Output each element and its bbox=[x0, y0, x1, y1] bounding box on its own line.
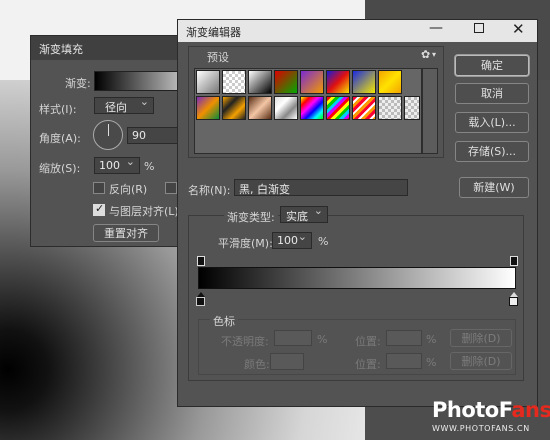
ok-button[interactable]: 确定 bbox=[455, 55, 529, 76]
angle-dial[interactable] bbox=[93, 120, 123, 150]
style-select[interactable]: 径向 bbox=[94, 95, 154, 114]
save-button[interactable]: 存储(S)... bbox=[455, 141, 529, 162]
preset-red-green[interactable] bbox=[274, 70, 298, 94]
angle-needle bbox=[108, 124, 109, 136]
new-button[interactable]: 新建(W) bbox=[459, 177, 529, 198]
preset-violet-orange[interactable] bbox=[300, 70, 324, 94]
cancel-button[interactable]: 取消 bbox=[455, 83, 529, 104]
minimize-icon[interactable]: — bbox=[429, 20, 443, 36]
preset-black-white[interactable] bbox=[248, 70, 272, 94]
preset-swatches bbox=[194, 68, 422, 154]
presets-scrollbar[interactable] bbox=[422, 68, 438, 154]
watermark-url: WWW.PHOTOFANS.CN bbox=[432, 424, 530, 433]
name-label: 名称(N): bbox=[188, 184, 231, 197]
preset-chrome[interactable] bbox=[274, 96, 298, 120]
color-label: 颜色: bbox=[244, 358, 270, 371]
scale-unit: % bbox=[144, 160, 155, 173]
preset-fg-transparent[interactable] bbox=[222, 70, 246, 94]
maximize-icon[interactable] bbox=[474, 23, 484, 33]
reverse-checkbox[interactable] bbox=[93, 182, 105, 194]
name-value: 黑, 白渐变 bbox=[239, 183, 290, 196]
opacity-position-unit: % bbox=[426, 333, 437, 346]
gradient-bar[interactable] bbox=[198, 267, 516, 289]
opacity-label: 不透明度: bbox=[221, 335, 269, 348]
align-checkbox[interactable]: ✓ bbox=[93, 202, 105, 216]
delete-color-stop-button[interactable]: 删除(D) bbox=[450, 352, 512, 370]
name-input[interactable]: 黑, 白渐变 bbox=[234, 179, 408, 196]
preset-rainbow-stripes[interactable] bbox=[326, 96, 350, 120]
close-icon[interactable]: ✕ bbox=[512, 20, 525, 38]
opacity-stop-left[interactable] bbox=[197, 256, 205, 266]
smoothness-value: 100 bbox=[277, 234, 298, 247]
delete-opacity-stop-button[interactable]: 删除(D) bbox=[450, 329, 512, 347]
color-stop-left[interactable] bbox=[196, 297, 205, 306]
preset-spectrum[interactable] bbox=[300, 96, 324, 120]
brand-accent: ans bbox=[511, 398, 550, 422]
type-label: 渐变类型: bbox=[224, 209, 278, 225]
angle-value: 90 bbox=[132, 129, 146, 142]
reverse-label: 反向(R) bbox=[109, 183, 148, 196]
opacity-stop-right[interactable] bbox=[510, 256, 518, 266]
editor-title: 渐变编辑器 bbox=[186, 26, 241, 39]
style-label: 样式(I): bbox=[39, 103, 77, 116]
gradient-label: 渐变: bbox=[65, 77, 91, 90]
opacity-position-input[interactable] bbox=[386, 330, 422, 346]
color-stop-right[interactable] bbox=[509, 297, 518, 306]
type-select[interactable]: 实底 bbox=[280, 204, 328, 223]
brand-main: PhotoF bbox=[432, 398, 512, 422]
preset-neutral-density[interactable] bbox=[404, 96, 420, 120]
opacity-input[interactable] bbox=[274, 330, 312, 346]
smoothness-label: 平滑度(M): bbox=[218, 237, 273, 250]
watermark-logo: PhotoFans bbox=[432, 398, 550, 422]
preset-violet-green-orange[interactable] bbox=[196, 96, 220, 120]
opacity-position-label: 位置: bbox=[355, 335, 381, 348]
chevron-down-icon[interactable]: ▾ bbox=[432, 50, 436, 59]
gear-icon[interactable]: ✿ bbox=[421, 48, 430, 61]
preset-blue-red-yellow[interactable] bbox=[326, 70, 350, 94]
load-button[interactable]: 载入(L)... bbox=[455, 112, 529, 133]
align-label: 与图层对齐(L) bbox=[109, 205, 179, 218]
stops-label: 色标 bbox=[210, 313, 238, 329]
preset-yellow-violet[interactable] bbox=[222, 96, 246, 120]
dither-checkbox[interactable] bbox=[165, 182, 177, 194]
opacity-unit: % bbox=[317, 333, 328, 346]
reset-align-button[interactable]: 重置对齐 bbox=[93, 224, 159, 242]
color-position-label: 位置: bbox=[355, 358, 381, 371]
scale-value: 100 bbox=[99, 159, 120, 172]
gradient-editor-dialog: 渐变编辑器 — ✕ 预设 ✿ ▾ 确定 取消 载入(L)... 存储(S)...… bbox=[177, 19, 538, 407]
color-position-input[interactable] bbox=[386, 353, 422, 369]
smoothness-select[interactable]: 100 bbox=[272, 230, 312, 249]
preset-transparent-stripes[interactable] bbox=[378, 96, 402, 120]
color-swatch[interactable] bbox=[270, 353, 304, 370]
check-icon: ✓ bbox=[95, 202, 105, 215]
angle-label: 角度(A): bbox=[39, 132, 81, 145]
preset-copper[interactable] bbox=[248, 96, 272, 120]
preset-transparent-rainbow[interactable] bbox=[352, 96, 376, 120]
color-position-unit: % bbox=[426, 356, 437, 369]
editor-titlebar: 渐变编辑器 — ✕ bbox=[178, 20, 537, 42]
type-value: 实底 bbox=[286, 210, 308, 223]
preset-fg-bg[interactable] bbox=[196, 70, 220, 94]
scale-select[interactable]: 100 bbox=[94, 155, 140, 174]
scale-label: 缩放(S): bbox=[39, 162, 81, 175]
preset-blue-yellow[interactable] bbox=[352, 70, 376, 94]
style-value: 径向 bbox=[105, 101, 127, 114]
presets-label: 预设 bbox=[204, 49, 232, 65]
preset-orange-yellow[interactable] bbox=[378, 70, 402, 94]
smoothness-unit: % bbox=[318, 235, 329, 248]
